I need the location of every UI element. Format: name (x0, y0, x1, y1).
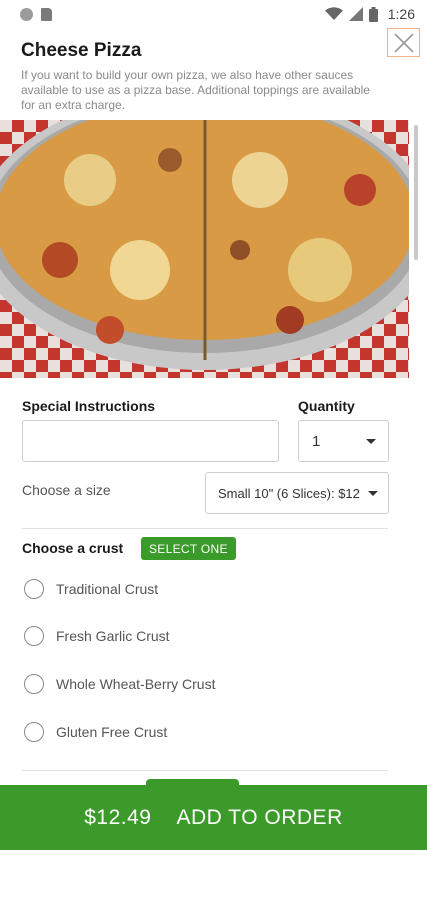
radio-button[interactable] (24, 674, 44, 694)
divider (22, 528, 388, 529)
item-description: If you want to build your own pizza, we … (21, 68, 370, 112)
quantity-label: Quantity (298, 398, 355, 414)
crust-option-label: Gluten Free Crust (56, 724, 168, 740)
crust-option-whole-wheat[interactable]: Whole Wheat-Berry Crust (24, 669, 215, 699)
signal-icon (348, 7, 363, 21)
radio-button[interactable] (24, 722, 44, 742)
circle-icon (20, 7, 33, 21)
battery-icon (368, 6, 378, 22)
close-button[interactable] (387, 28, 420, 57)
close-icon (393, 32, 414, 53)
sd-card-icon (41, 7, 52, 21)
crust-section-title: Choose a crust (22, 540, 124, 556)
crust-option-label: Fresh Garlic Crust (56, 628, 170, 644)
footer-area (0, 850, 427, 900)
caret-down-icon (368, 491, 378, 496)
add-to-order-button[interactable]: $12.49 ADD TO ORDER (0, 785, 427, 850)
select-one-badge: SELECT ONE (141, 537, 236, 560)
special-instructions-input[interactable] (22, 420, 279, 462)
radio-button[interactable] (24, 626, 44, 646)
scrollbar[interactable] (414, 125, 418, 260)
crust-option-traditional[interactable]: Traditional Crust (24, 574, 158, 604)
item-header: Cheese Pizza If you want to build your o… (0, 28, 427, 120)
special-instructions-label: Special Instructions (22, 398, 156, 414)
status-time: 1:26 (387, 6, 415, 22)
page-title: Cheese Pizza (21, 40, 142, 61)
size-value: Small 10" (6 Slices): $12 (218, 485, 360, 501)
add-to-order-label: ADD TO ORDER (176, 805, 343, 829)
quantity-select[interactable]: 1 (298, 420, 389, 462)
status-bar: 1:26 (0, 0, 427, 28)
crust-option-label: Whole Wheat-Berry Crust (56, 676, 216, 692)
size-label: Choose a size (22, 482, 111, 498)
pizza-image (0, 120, 409, 378)
divider (22, 770, 388, 771)
crust-option-label: Traditional Crust (56, 581, 159, 597)
order-price: $12.49 (84, 805, 152, 829)
wifi-icon (324, 7, 343, 20)
caret-down-icon (366, 439, 376, 444)
crust-option-fresh-garlic[interactable]: Fresh Garlic Crust (24, 621, 170, 651)
crust-option-gluten-free[interactable]: Gluten Free Crust (24, 717, 167, 747)
radio-button[interactable] (24, 579, 44, 599)
quantity-value: 1 (312, 432, 321, 450)
size-select[interactable]: Small 10" (6 Slices): $12 (205, 472, 389, 514)
